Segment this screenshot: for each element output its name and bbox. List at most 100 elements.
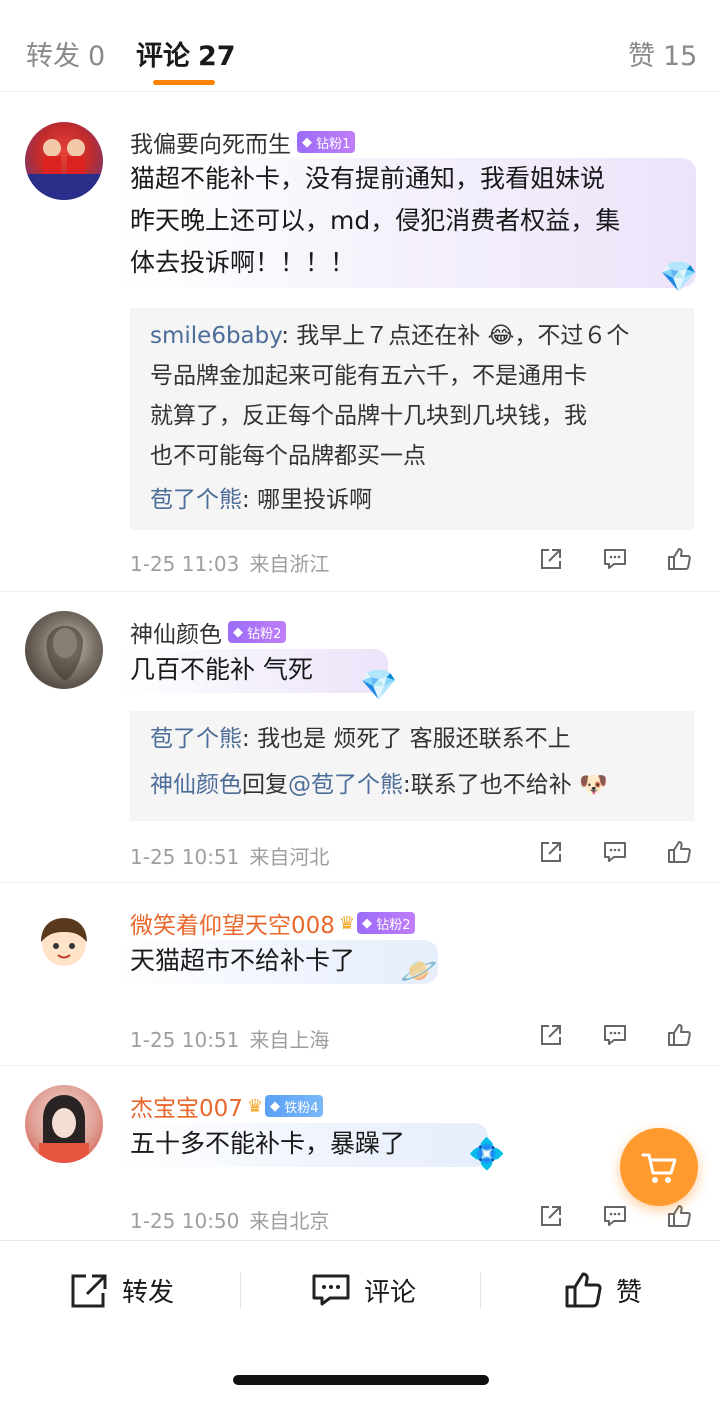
reply-text-line: 就算了，反正每个品牌十几块到几块钱，我 bbox=[150, 403, 587, 429]
comment-text-line: 体去投诉啊！！！！ bbox=[130, 248, 356, 277]
diamond-decoration-icon: 💎 bbox=[360, 668, 398, 703]
username-text: 微笑着仰望天空008 bbox=[130, 913, 335, 939]
comment-item: 杰宝宝007 ♛ ◆ 铁粉4 五十多不能补卡，暴躁了 💠 1-25 10:50 来… bbox=[0, 1067, 720, 1239]
reply-author[interactable]: 苞了个熊 bbox=[150, 487, 242, 513]
comment-icon bbox=[312, 1274, 350, 1306]
tab-repost[interactable]: 转发 0 bbox=[26, 34, 105, 73]
comment-item: 神仙颜色 ◆ 钻粉2 几百不能补 气死 💎 苞了个熊: 我也是 烦死了 客服还联… bbox=[0, 593, 720, 883]
like-button[interactable]: 赞 bbox=[562, 1269, 642, 1311]
avatar-image bbox=[39, 1095, 89, 1163]
divider bbox=[480, 1273, 481, 1309]
comment-text: 五十多不能补卡，暴躁了 bbox=[130, 1129, 406, 1158]
comment-icon[interactable] bbox=[602, 546, 628, 572]
comment-label: 评论 bbox=[364, 1277, 417, 1308]
username-text: 神仙颜色 bbox=[130, 622, 222, 648]
avatar-image bbox=[41, 918, 87, 966]
comment-meta: 1-25 10:50 来自北京 bbox=[130, 1205, 329, 1234]
thumb-up-icon bbox=[565, 1272, 602, 1308]
reply-list[interactable]: smile6baby: 我早上７点还在补 😂，不过６个 号品牌金加起来可能有五六… bbox=[130, 308, 694, 530]
avatar[interactable] bbox=[25, 904, 103, 982]
tab-comment-count: 27 bbox=[198, 41, 236, 72]
avatar[interactable] bbox=[25, 611, 103, 689]
reply-text-line: 号品牌金加起来可能有五六千，不是通用卡 bbox=[150, 363, 587, 389]
comment-location: 来自北京 bbox=[249, 1209, 330, 1233]
astronaut-decoration-icon: 🪐 bbox=[400, 954, 438, 989]
comment-tabs: 转发 0 评论 27 赞 15 bbox=[0, 0, 720, 92]
tab-like-count: 15 bbox=[663, 41, 698, 72]
reply-text-line: 也不可能每个品牌都买一点 bbox=[150, 443, 426, 469]
repost-button[interactable]: 转发 bbox=[68, 1269, 174, 1311]
fan-badge: ◆ 钻粉2 bbox=[357, 912, 416, 934]
home-indicator bbox=[233, 1375, 489, 1385]
reply-author[interactable]: 神仙颜色 bbox=[150, 772, 242, 798]
comment-icon[interactable] bbox=[602, 1022, 628, 1048]
avatar-image bbox=[25, 139, 103, 200]
thumb-up-icon[interactable] bbox=[666, 839, 692, 865]
comment-bubble: 猫超不能补卡，没有提前通知，我看姐妹说 昨天晚上还可以，md，侵犯消费者权益，集… bbox=[118, 158, 696, 288]
tab-comment[interactable]: 评论 27 bbox=[136, 34, 236, 73]
comment-item: 我偏要向死而生 ◆ 钻粉1 猫超不能补卡，没有提前通知，我看姐妹说 昨天晚上还可… bbox=[0, 100, 720, 592]
thumb-up-icon[interactable] bbox=[666, 1022, 692, 1048]
avatar[interactable] bbox=[25, 1085, 103, 1163]
reply-item: 苞了个熊: 我也是 烦死了 客服还联系不上 bbox=[150, 726, 571, 752]
reply-item: 苞了个熊: 哪里投诉啊 bbox=[150, 487, 373, 513]
tab-like-label: 赞 bbox=[628, 41, 655, 72]
thumb-up-icon[interactable] bbox=[666, 1203, 692, 1229]
crown-icon: ♛ bbox=[338, 912, 356, 934]
comment-actions bbox=[538, 1203, 692, 1229]
avatar[interactable] bbox=[25, 122, 103, 200]
share-icon[interactable] bbox=[538, 546, 564, 572]
divider bbox=[240, 1273, 241, 1309]
reply-author[interactable]: 苞了个熊 bbox=[150, 726, 242, 752]
active-tab-indicator bbox=[153, 80, 215, 85]
reply-mention[interactable]: @苞了个熊 bbox=[288, 772, 403, 798]
reply-list[interactable]: 苞了个熊: 我也是 烦死了 客服还联系不上 神仙颜色回复@苞了个熊:联系了也不给… bbox=[130, 711, 694, 821]
comment-bubble: 天猫超市不给补卡了 bbox=[118, 940, 438, 984]
comment-username[interactable]: 神仙颜色 ◆ 钻粉2 bbox=[130, 615, 287, 649]
comment-username[interactable]: 微笑着仰望天空008 ♛ ◆ 钻粉2 bbox=[130, 906, 416, 940]
comment-date: 1-25 11:03 bbox=[130, 552, 240, 576]
fan-badge: ◆ 钻粉1 bbox=[297, 131, 356, 153]
diamond-decoration-icon: 💎 bbox=[660, 260, 698, 295]
comment-date: 1-25 10:51 bbox=[130, 845, 240, 869]
comment-item: 微笑着仰望天空008 ♛ ◆ 钻粉2 天猫超市不给补卡了 🪐 1-25 10:5… bbox=[0, 884, 720, 1066]
repost-label: 转发 bbox=[122, 1277, 175, 1308]
share-icon[interactable] bbox=[538, 1022, 564, 1048]
diamond-decoration-icon: 💠 bbox=[468, 1137, 506, 1172]
comment-date: 1-25 10:51 bbox=[130, 1028, 240, 1052]
comment-button[interactable]: 评论 bbox=[310, 1269, 416, 1311]
avatar-image bbox=[46, 625, 83, 681]
share-icon[interactable] bbox=[538, 1203, 564, 1229]
comment-actions bbox=[538, 1022, 692, 1048]
reply-author[interactable]: smile6baby bbox=[150, 323, 281, 349]
reply-item: 神仙颜色回复@苞了个熊:联系了也不给补 🐶 bbox=[150, 772, 608, 798]
like-label: 赞 bbox=[616, 1277, 643, 1308]
shopping-cart-button[interactable] bbox=[620, 1128, 698, 1206]
bottom-action-bar: 转发 评论 赞 bbox=[0, 1240, 720, 1340]
comment-actions bbox=[538, 546, 692, 572]
comment-bubble: 几百不能补 气死 bbox=[118, 649, 388, 693]
username-text: 我偏要向死而生 bbox=[130, 132, 291, 158]
comment-location: 来自浙江 bbox=[249, 552, 330, 576]
comment-date: 1-25 10:50 bbox=[130, 1209, 240, 1233]
tab-like[interactable]: 赞 15 bbox=[628, 34, 697, 73]
comment-icon[interactable] bbox=[602, 1203, 628, 1229]
fan-badge: ◆ 钻粉2 bbox=[228, 621, 287, 643]
comment-text-line: 昨天晚上还可以，md，侵犯消费者权益，集 bbox=[130, 206, 621, 235]
thumb-up-icon[interactable] bbox=[666, 546, 692, 572]
comment-icon[interactable] bbox=[602, 839, 628, 865]
comment-location: 来自河北 bbox=[249, 845, 330, 869]
reply-item: smile6baby: 我早上７点还在补 😂，不过６个 bbox=[150, 323, 630, 349]
comment-meta: 1-25 10:51 来自上海 bbox=[130, 1024, 329, 1053]
tab-comment-label: 评论 bbox=[136, 41, 190, 72]
comment-text: 几百不能补 气死 bbox=[130, 655, 313, 684]
share-icon[interactable] bbox=[538, 839, 564, 865]
comment-text-line: 猫超不能补卡，没有提前通知，我看姐妹说 bbox=[130, 164, 606, 193]
comment-location: 来自上海 bbox=[249, 1028, 330, 1052]
comment-meta: 1-25 10:51 来自河北 bbox=[130, 841, 329, 870]
share-icon bbox=[71, 1274, 107, 1308]
username-text: 杰宝宝007 bbox=[130, 1096, 243, 1122]
comment-text: 天猫超市不给补卡了 bbox=[130, 946, 356, 975]
comment-username[interactable]: 我偏要向死而生 ◆ 钻粉1 bbox=[130, 125, 356, 159]
comment-username[interactable]: 杰宝宝007 ♛ ◆ 铁粉4 bbox=[130, 1089, 324, 1123]
